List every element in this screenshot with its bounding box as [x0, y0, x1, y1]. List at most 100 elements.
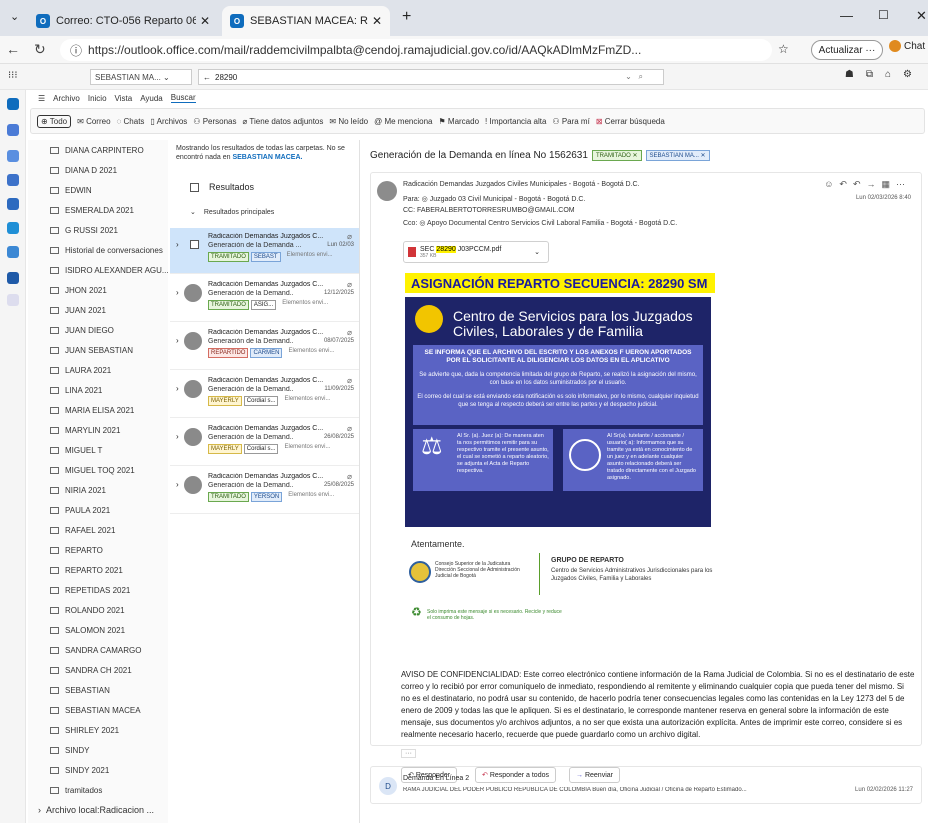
list-item[interactable]: › Radicación Demandas Juzgados C... ⌀ Gener…	[170, 228, 359, 274]
chevron-right-icon[interactable]: ›	[176, 432, 179, 441]
search-input[interactable]: ← 28290 ⌄ ⌕	[198, 69, 664, 85]
header-actions[interactable]: ☗⧉⌂⚙	[845, 69, 924, 80]
filter-personas[interactable]: ⚇ Personas	[193, 117, 236, 126]
top-results-header[interactable]: ⌄ Resultados principales	[190, 208, 274, 217]
folder-item[interactable]: MIGUEL T	[28, 440, 168, 460]
folder-item[interactable]: JHON 2021	[28, 280, 168, 300]
folder-item[interactable]: JUAN SEBASTIAN	[28, 340, 168, 360]
favorites-icon[interactable]: ☆	[778, 42, 789, 56]
copilot-chat-button[interactable]: Chat	[889, 40, 925, 52]
onedrive-cloud-icon[interactable]	[7, 246, 19, 258]
chevron-down-icon[interactable]: ⌄	[534, 248, 540, 256]
list-item[interactable]: › Radicación Demandas Juzgados C... ⌀ Gener…	[170, 420, 359, 466]
filter-archivos[interactable]: ▯ Archivos	[150, 117, 187, 126]
tab-sebastian[interactable]: O SEBASTIAN MACEA: Radicación De ✕	[222, 6, 390, 36]
close-window-icon[interactable]: ✕	[916, 8, 927, 24]
refresh-icon[interactable]: ↻	[34, 41, 46, 58]
folder-item[interactable]: SINDY	[28, 740, 168, 760]
filter-chats[interactable]: ◌ Chats	[117, 117, 145, 126]
search-options-icon[interactable]: ⌄ ⌕	[625, 72, 643, 82]
site-info-icon[interactable]: ⓘ	[70, 42, 82, 59]
menu-ayuda[interactable]: Ayuda	[140, 94, 163, 103]
menu-inicio[interactable]: Inicio	[88, 94, 107, 103]
category-chip-tramitado[interactable]: TRAMITADO ✕	[591, 150, 642, 161]
hamburger-icon[interactable]: ☰	[38, 94, 45, 103]
filter-noleido[interactable]: ✉ No leído	[329, 117, 368, 126]
account-scope-dropdown[interactable]: SEBASTIAN MA... ⌄	[90, 69, 192, 85]
category-tag[interactable]: MAYERLY	[208, 396, 242, 406]
category-tag[interactable]: TRAMITADO	[208, 492, 249, 502]
folder-item[interactable]: MIGUEL TOQ 2021	[28, 460, 168, 480]
mail-app-icon[interactable]	[7, 98, 19, 110]
list-item[interactable]: › Radicación Demandas Juzgados C... ⌀ Gener…	[170, 276, 359, 322]
folder-item[interactable]: LINA 2021	[28, 380, 168, 400]
message-checkbox[interactable]	[190, 240, 199, 249]
copilot-app-icon[interactable]	[7, 272, 19, 284]
folder-item[interactable]: LAURA 2021	[28, 360, 168, 380]
folder-item[interactable]: SINDY 2021	[28, 760, 168, 780]
close-icon[interactable]: ✕	[372, 14, 382, 28]
folder-item[interactable]: EDWIN	[28, 180, 168, 200]
folder-item[interactable]: DIANA D 2021	[28, 160, 168, 180]
update-button[interactable]: Actualizar ···	[811, 40, 883, 60]
category-tag[interactable]: SEBAST	[250, 252, 281, 262]
filter-marcado[interactable]: ⚑ Marcado	[439, 117, 480, 126]
category-tag[interactable]: CARMEN	[250, 348, 283, 358]
folder-item[interactable]: SEBASTIAN MACEA	[28, 700, 168, 720]
folder-item[interactable]: REPETIDAS 2021	[28, 580, 168, 600]
maximize-icon[interactable]: ☐	[878, 8, 889, 22]
folder-item[interactable]: JUAN DIEGO	[28, 320, 168, 340]
category-tag[interactable]: Cordial s...	[243, 396, 279, 406]
onedrive-app-icon[interactable]	[7, 198, 19, 210]
close-icon[interactable]: ✕	[200, 14, 210, 28]
app-launcher-icon[interactable]: ⁝⁝⁝	[8, 70, 18, 81]
url-field[interactable]: ⓘ https://outlook.office.com/mail/raddem…	[60, 39, 772, 61]
archive-local-folder[interactable]: › Archivo local:Radicacion ...	[28, 800, 168, 820]
folder-item[interactable]: NIRIA 2021	[28, 480, 168, 500]
folder-item[interactable]: REPARTO 2021	[28, 560, 168, 580]
back-arrow-icon[interactable]: ←	[203, 73, 211, 82]
filter-correo[interactable]: ✉ Correo	[77, 117, 110, 126]
folder-item[interactable]: DIANA CARPINTERO	[28, 140, 168, 160]
chevron-right-icon[interactable]: ›	[176, 384, 179, 393]
list-item[interactable]: › Radicación Demandas Juzgados C... ⌀ Gener…	[170, 468, 359, 514]
calendar-app-icon[interactable]	[7, 124, 19, 136]
folder-item[interactable]: SALOMON 2021	[28, 620, 168, 640]
category-tag[interactable]: ASIG...	[250, 300, 277, 310]
filter-importancia[interactable]: ! Importancia alta	[485, 117, 546, 126]
new-tab-icon[interactable]: +	[402, 8, 411, 26]
sender-name[interactable]: Radicación Demandas Juzgados Civiles Mun…	[403, 181, 640, 188]
chevron-right-icon[interactable]: ›	[176, 288, 179, 297]
category-tag[interactable]: TRAMITADO	[208, 252, 249, 262]
tab-correo[interactable]: O Correo: CTO-056 Reparto 06 Dsaj ✕	[28, 6, 218, 36]
list-item[interactable]: › Radicación Demandas Juzgados C... ⌀ Gener…	[170, 372, 359, 418]
folder-item[interactable]: PAULA 2021	[28, 500, 168, 520]
list-item[interactable]: › Radicación Demandas Juzgados C... ⌀ Gener…	[170, 324, 359, 370]
filter-cerrar[interactable]: ⊠ Cerrar búsqueda	[596, 117, 665, 126]
folder-item[interactable]: Historial de conversaciones	[28, 240, 168, 260]
show-more-icon[interactable]: ···	[401, 749, 416, 758]
people-app-icon[interactable]	[7, 150, 19, 162]
chevron-right-icon[interactable]: ›	[176, 336, 179, 345]
menu-vista[interactable]: Vista	[115, 94, 133, 103]
chevron-right-icon[interactable]: ›	[176, 480, 179, 489]
tab-list-icon[interactable]: ⌄	[10, 10, 19, 23]
folder-item[interactable]: ESMERALDA 2021	[28, 200, 168, 220]
note-folder[interactable]: SEBASTIAN MACEA.	[232, 154, 302, 161]
select-all-checkbox[interactable]	[190, 182, 199, 192]
minimize-icon[interactable]: —	[840, 8, 853, 23]
folder-item[interactable]: MARYLIN 2021	[28, 420, 168, 440]
message-actions[interactable]: ☺↶↶→▦⋯	[824, 179, 911, 190]
filter-adjuntos[interactable]: ⌀ Tiene datos adjuntos	[243, 117, 324, 126]
todo-app-icon[interactable]	[7, 222, 19, 234]
folder-item[interactable]: SHIRLEY 2021	[28, 720, 168, 740]
category-chip-sebastian[interactable]: SEBASTIAN MA... ✕	[645, 150, 710, 161]
folder-item[interactable]: JUAN 2021	[28, 300, 168, 320]
folder-item[interactable]: G RUSSI 2021	[28, 220, 168, 240]
folder-item[interactable]: RAFAEL 2021	[28, 520, 168, 540]
folder-item[interactable]: MARIA ELISA 2021	[28, 400, 168, 420]
more-apps-icon[interactable]	[7, 294, 19, 306]
category-tag[interactable]: TRAMITADO	[208, 300, 249, 310]
filter-menciona[interactable]: @ Me menciona	[374, 117, 432, 126]
folder-item[interactable]: SEBASTIAN	[28, 680, 168, 700]
